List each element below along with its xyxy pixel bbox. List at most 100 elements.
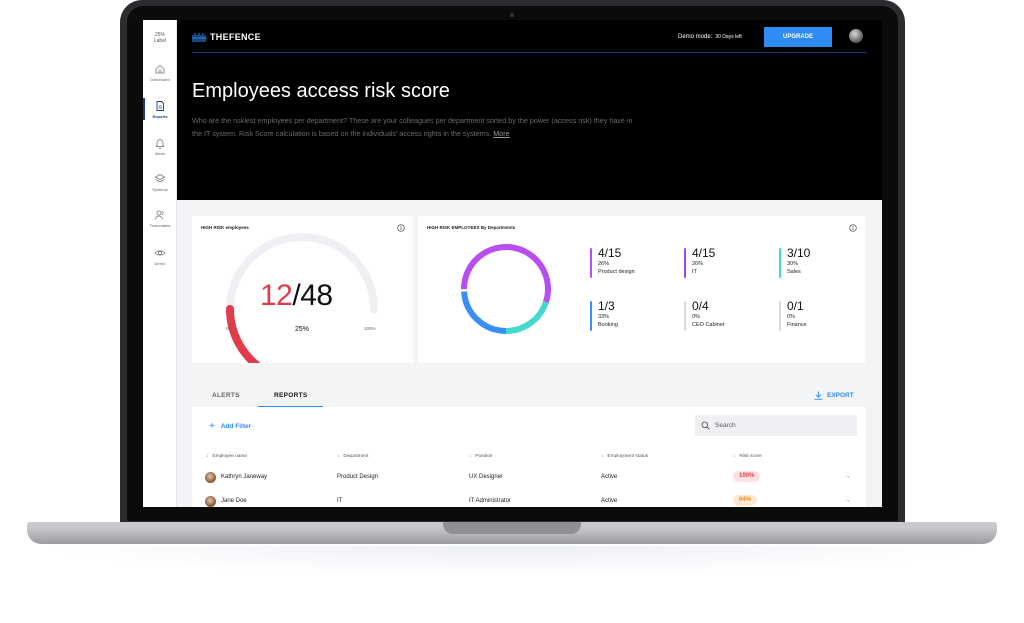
search-icon — [701, 421, 710, 430]
sidebar-item-teammates[interactable]: Teammates — [143, 209, 177, 228]
employee-name: Kathryn Janeway — [221, 474, 268, 480]
sidebar-item-reports[interactable]: Reports — [143, 100, 177, 119]
column-header-department[interactable]: ↓ Department — [337, 454, 368, 459]
employee-status: Active — [601, 474, 618, 480]
employee-position: IT Administrator — [469, 498, 511, 504]
department-ratio: 4/15 — [598, 246, 622, 260]
employee-name: Jane Doe — [221, 498, 247, 504]
gauge-fill — [226, 305, 261, 363]
add-filter-button[interactable]: + Add Filter — [209, 421, 251, 432]
department-color-bar — [684, 248, 686, 278]
description-text: Who are the riskiest employees per depar… — [192, 116, 633, 138]
export-label: EXPORT — [827, 392, 854, 399]
sidebar-item-label: Reports — [152, 114, 168, 119]
sort-arrow-icon: ↓ — [337, 454, 340, 459]
department-ratio: 4/15 — [692, 246, 716, 260]
tab-alerts[interactable]: ALERTS — [212, 392, 240, 399]
department-item[interactable]: 0/1 0% Finance — [779, 299, 859, 335]
column-header-position[interactable]: ↓ Position — [469, 454, 492, 459]
column-header-risk-score[interactable]: ↓ Risk score — [733, 454, 762, 459]
column-header-label: Employment status — [607, 454, 649, 459]
donut-segment — [461, 291, 507, 334]
page-header: THEFENCE Demo mode: 30 Days left UPGRADE … — [177, 20, 882, 200]
brand-name: THEFENCE — [210, 32, 261, 42]
department-ratio: 0/4 — [692, 299, 709, 313]
sidebar-item-systems[interactable]: Systems — [143, 173, 177, 192]
demo-mode-label: Demo mode: — [678, 34, 713, 40]
department-color-bar — [590, 248, 592, 278]
upgrade-button[interactable]: UPGRADE — [764, 27, 832, 47]
department-item[interactable]: 3/10 30% Sales — [779, 246, 859, 282]
column-header-employment-status[interactable]: ↓ Employment status — [601, 454, 648, 459]
more-link[interactable]: More — [493, 129, 509, 138]
department-percent: 26% — [692, 261, 704, 267]
department-name: Product design — [598, 269, 635, 275]
donut-segment — [505, 300, 549, 334]
department-item[interactable]: 4/15 26% IT — [684, 246, 764, 282]
laptop-notch — [443, 522, 581, 534]
export-button[interactable]: EXPORT — [814, 391, 854, 400]
sidebar-item-demo[interactable]: Demo — [143, 247, 177, 266]
arrow-right-icon[interactable]: → — [844, 473, 851, 480]
sort-arrow-icon: ↓ — [206, 454, 209, 459]
tab-bar: ALERTS REPORTS EXPORT — [192, 384, 866, 408]
department-item[interactable]: 1/3 33% Booking — [590, 299, 670, 335]
table-row[interactable]: Jane Doe IT IT Administrator Active 64% … — [192, 493, 866, 507]
departments-donut — [461, 244, 551, 334]
page-description: Who are the riskiest employees per depar… — [192, 115, 642, 140]
demo-mode-indicator: Demo mode: 30 Days left — [678, 34, 742, 40]
column-header-employee-name[interactable]: ↓ Employee name — [206, 454, 247, 459]
plus-icon: + — [209, 421, 215, 432]
page-title: Employees access risk score — [192, 80, 450, 102]
sidebar-item-alerts[interactable]: Alerts — [143, 137, 177, 156]
risk-score-badge: 100% — [733, 471, 761, 482]
department-percent: 0% — [692, 314, 700, 320]
risk-score-badge: 64% — [733, 495, 758, 506]
sidebar: 25% Label Dashboard Reports Alerts Syste… — [143, 20, 177, 507]
license-indicator[interactable]: 25% Label — [143, 32, 177, 44]
brand-logo[interactable]: THEFENCE — [192, 32, 261, 42]
employee-position: UX Designer — [469, 474, 504, 480]
sidebar-item-dashboard[interactable]: Dashboard — [143, 63, 177, 82]
tab-reports[interactable]: REPORTS — [274, 392, 308, 399]
department-percent: 33% — [598, 314, 610, 320]
users-icon — [155, 210, 164, 220]
app-screen: 25% Label Dashboard Reports Alerts Syste… — [143, 20, 882, 507]
user-avatar[interactable] — [849, 29, 863, 43]
department-name: CEO Cabinet — [692, 322, 725, 328]
document-icon — [156, 101, 164, 111]
total-employees-value: /48 — [292, 279, 333, 312]
department-percent: 30% — [787, 261, 799, 267]
sidebar-item-label: Dashboard — [150, 77, 170, 82]
sort-arrow-icon: ↓ — [601, 454, 604, 459]
license-label: Label — [153, 38, 167, 44]
employee-status: Active — [601, 498, 618, 504]
employee-department: Product Design — [337, 474, 379, 480]
department-color-bar — [590, 301, 592, 331]
bell-icon — [155, 139, 165, 149]
department-ratio: 1/3 — [598, 299, 615, 313]
column-header-label: Department — [343, 454, 369, 459]
arrow-right-icon[interactable]: → — [844, 497, 851, 504]
camera-icon — [510, 13, 514, 17]
department-color-bar — [779, 248, 781, 278]
department-color-bar — [779, 301, 781, 331]
department-name: IT — [692, 269, 697, 275]
department-color-bar — [684, 301, 686, 331]
department-name: Booking — [598, 322, 618, 328]
department-item[interactable]: 4/15 26% Product design — [590, 246, 670, 282]
gauge-min-label: 0% — [226, 326, 233, 331]
sidebar-item-label: Systems — [152, 187, 168, 192]
search-input[interactable]: Search — [695, 415, 857, 436]
department-item[interactable]: 0/4 0% CEO Cabinet — [684, 299, 764, 335]
table-row[interactable]: Kathryn Janeway Product Design UX Design… — [192, 469, 866, 489]
sidebar-item-label: Teammates — [149, 223, 171, 228]
department-name: Sales — [787, 269, 801, 275]
sidebar-item-label: Demo — [154, 261, 166, 266]
header-divider — [192, 52, 867, 53]
employee-department: IT — [337, 498, 343, 504]
info-icon[interactable] — [849, 224, 857, 232]
laptop-shadow — [40, 546, 984, 576]
sort-arrow-icon: ↓ — [469, 454, 472, 459]
employee-avatar — [205, 472, 216, 483]
